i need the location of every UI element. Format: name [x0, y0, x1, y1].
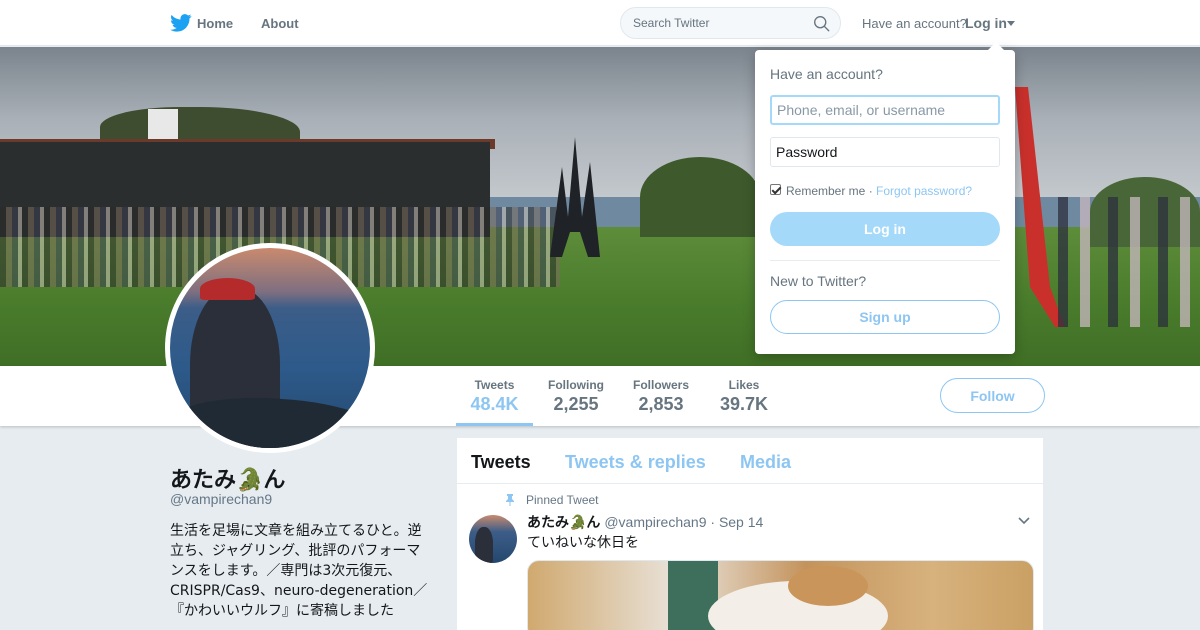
- profile-handle[interactable]: @vampirechan9: [170, 491, 272, 507]
- twitter-bird-icon[interactable]: [170, 14, 192, 32]
- new-to-twitter-text: New to Twitter?: [770, 273, 867, 289]
- tab-tweets-replies[interactable]: Tweets & replies: [565, 452, 706, 473]
- search-icon[interactable]: [813, 15, 830, 32]
- tweet-date[interactable]: Sep 14: [719, 514, 763, 530]
- stat-label: Likes: [728, 378, 760, 392]
- active-tab-underline: [456, 423, 533, 426]
- avatar-cap: [200, 278, 255, 300]
- profile-name[interactable]: あたみ🐊ん: [170, 462, 285, 494]
- tweet-author-handle[interactable]: @vampirechan9: [604, 514, 706, 530]
- dropdown-title: Have an account?: [770, 66, 883, 82]
- remember-me-checkbox[interactable]: [770, 184, 781, 195]
- username-input[interactable]: [770, 95, 1000, 125]
- top-navigation: Home About Have an account? Log in: [0, 0, 1200, 46]
- tweet-avatar-person: [475, 527, 493, 563]
- stat-tweets[interactable]: Tweets 48.4K: [456, 378, 533, 415]
- remember-me-label[interactable]: Remember me: [786, 184, 865, 198]
- tweet-separator: ·: [710, 514, 716, 530]
- header-trees: [640, 157, 760, 237]
- follow-button[interactable]: Follow: [940, 378, 1045, 413]
- media-pancakes: [788, 566, 868, 606]
- login-dropdown: Have an account? Remember me · Forgot pa…: [755, 42, 1015, 354]
- avatar-rocks: [170, 398, 370, 448]
- stat-following[interactable]: Following 2,255: [543, 378, 609, 415]
- signup-button[interactable]: Sign up: [770, 300, 1000, 334]
- pinned-tweet-label: Pinned Tweet: [526, 493, 599, 507]
- stat-followers[interactable]: Followers 2,853: [627, 378, 695, 415]
- search-input[interactable]: [633, 16, 808, 30]
- stat-value: 2,853: [638, 394, 684, 414]
- stat-value: 2,255: [553, 394, 599, 414]
- search-box: [620, 7, 841, 39]
- tab-media[interactable]: Media: [740, 452, 791, 473]
- stat-label: Following: [548, 378, 604, 392]
- stat-value: 48.4K: [470, 394, 519, 414]
- timeline-tabs: Tweets Tweets & replies Media: [457, 438, 1043, 484]
- profile-avatar[interactable]: [165, 243, 375, 453]
- stat-label: Tweets: [474, 378, 515, 392]
- tweet-media-photo[interactable]: [527, 560, 1034, 630]
- tweet-author-name[interactable]: あたみ🐊ん: [527, 515, 600, 531]
- have-account-text: Have an account?: [862, 16, 967, 31]
- password-input[interactable]: [770, 137, 1000, 167]
- tweet-avatar[interactable]: [469, 515, 517, 563]
- forgot-password-link[interactable]: Forgot password?: [876, 184, 972, 198]
- login-button[interactable]: Log in: [770, 212, 1000, 246]
- caret-down-icon[interactable]: [1007, 21, 1015, 26]
- tweet-header: あたみ🐊ん @vampirechan9 · Sep 14: [527, 512, 763, 532]
- header-people: [1050, 197, 1200, 327]
- stat-likes[interactable]: Likes 39.7K: [714, 378, 774, 415]
- stat-label: Followers: [632, 378, 689, 392]
- timeline: Tweets Tweets & replies Media Pinned Twe…: [456, 437, 1044, 630]
- stat-value: 39.7K: [719, 394, 769, 414]
- header-sculpture: [550, 137, 600, 257]
- login-link[interactable]: Log in: [965, 15, 1007, 31]
- profile-bio: 生活を足場に文章を組み立てるひと。逆立ち、ジャグリング、批評のパフォーマンスをし…: [170, 523, 428, 619]
- chevron-down-icon[interactable]: [1018, 517, 1030, 525]
- nav-about-link[interactable]: About: [261, 16, 299, 31]
- dropdown-divider: [770, 260, 1000, 261]
- tab-tweets[interactable]: Tweets: [471, 452, 531, 473]
- dropdown-arrow: [988, 42, 1004, 50]
- remember-row: Remember me · Forgot password?: [786, 184, 972, 198]
- tweet-text: ていねいな休日を: [527, 535, 639, 551]
- nav-home-link[interactable]: Home: [197, 16, 233, 31]
- remember-separator: ·: [868, 184, 873, 198]
- pin-icon: [506, 494, 514, 506]
